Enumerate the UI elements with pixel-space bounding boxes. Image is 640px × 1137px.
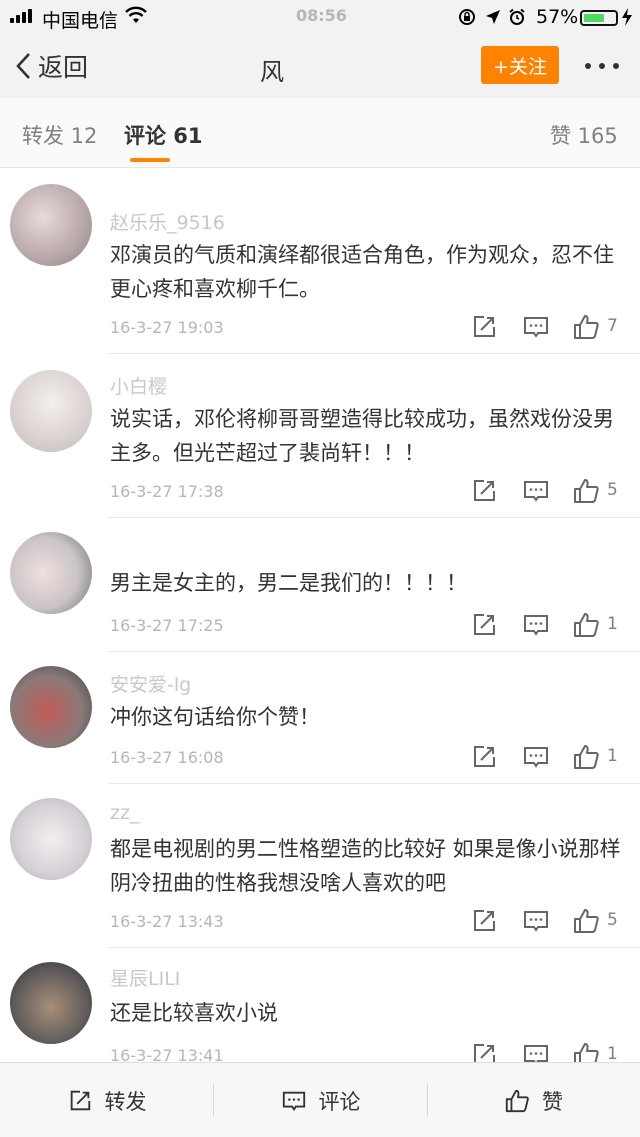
comment-time: 16-3-27 13:43 bbox=[110, 912, 224, 931]
list-item: 安安爱-lg 冲你这句话给你个赞！ 16-3-27 16:08 1 bbox=[0, 652, 640, 784]
comment-actions: 1 bbox=[460, 1041, 630, 1062]
avatar[interactable] bbox=[10, 532, 92, 614]
like-icon[interactable] bbox=[572, 907, 600, 935]
more-icon[interactable] bbox=[582, 56, 622, 76]
comment-icon[interactable] bbox=[522, 907, 550, 935]
comment-text: 都是电视剧的男二性格塑造的比较好 如果是像小说那样阴冷扭曲的性格我想没啥人喜欢的… bbox=[110, 837, 621, 895]
comment-actions: 7 bbox=[460, 313, 630, 343]
avatar[interactable] bbox=[10, 962, 92, 1044]
location-icon bbox=[486, 10, 500, 24]
like-icon[interactable] bbox=[572, 611, 600, 639]
comment-username[interactable]: 安安爱-lg bbox=[110, 670, 191, 697]
tab-like[interactable]: 赞 165 bbox=[550, 120, 618, 150]
comment-icon[interactable] bbox=[522, 1041, 550, 1062]
comment-text: 说实话，邓伦将柳哥哥塑造得比较成功，虽然戏份没男主多。但光芒超过了裴尚轩！！！ bbox=[110, 407, 614, 465]
comment-username[interactable]: 赵乐乐_9516 bbox=[110, 208, 225, 235]
like-icon[interactable] bbox=[572, 1041, 600, 1062]
repost-icon[interactable] bbox=[470, 477, 498, 505]
back-button[interactable]: 返回 bbox=[14, 48, 88, 84]
battery-percent: 57% bbox=[536, 6, 579, 28]
avatar[interactable] bbox=[10, 666, 92, 748]
list-item: zz_ 都是电视剧的男二性格塑造的比较好 如果是像小说那样阴冷扭曲的性格我想没啥… bbox=[0, 784, 640, 948]
comment-text: 男主是女主的，男二是我们的！！！！ bbox=[110, 571, 467, 595]
comment-icon[interactable] bbox=[522, 313, 550, 341]
carrier-name: 中国电信 bbox=[42, 10, 119, 32]
rotation-lock-icon bbox=[459, 9, 475, 25]
avatar[interactable] bbox=[10, 184, 92, 266]
tab-comment[interactable]: 评论 61 bbox=[124, 120, 203, 150]
back-label: 返回 bbox=[38, 53, 89, 82]
comment-time: 16-3-27 13:41 bbox=[110, 1046, 224, 1062]
comment-text: 冲你这句话给你个赞！ bbox=[110, 705, 320, 729]
like-count: 1 bbox=[607, 1044, 618, 1062]
repost-icon[interactable] bbox=[470, 313, 498, 341]
comment-actions: 1 bbox=[460, 743, 630, 773]
comment-username[interactable]: zz_ bbox=[110, 802, 139, 824]
wifi-icon bbox=[125, 6, 147, 23]
like-icon[interactable] bbox=[572, 313, 600, 341]
like-label: 赞 bbox=[542, 1089, 563, 1114]
chevron-left-icon bbox=[16, 53, 30, 79]
bottom-toolbar: 转发 评论 赞 bbox=[0, 1062, 640, 1137]
like-count: 5 bbox=[607, 480, 618, 500]
like-button[interactable]: 赞 bbox=[427, 1063, 640, 1137]
comment-list: 赵乐乐_9516 邓演员的气质和演绎都很适合角色，作为观众，忍不住更心疼和喜欢柳… bbox=[0, 168, 640, 1062]
clock: 08:56 bbox=[296, 6, 347, 25]
comment-time: 16-3-27 17:25 bbox=[110, 616, 224, 635]
like-count: 5 bbox=[607, 910, 618, 930]
repost-icon[interactable] bbox=[470, 611, 498, 639]
like-count: 1 bbox=[607, 746, 618, 766]
comment-label: 评论 bbox=[318, 1089, 361, 1114]
repost-icon[interactable] bbox=[470, 907, 498, 935]
follow-button[interactable]: +关注 bbox=[481, 46, 559, 84]
tab-bar: 转发 12 评论 61 赞 165 bbox=[0, 98, 640, 168]
repost-button[interactable]: 转发 bbox=[0, 1063, 213, 1137]
comment-time: 16-3-27 16:08 bbox=[110, 748, 224, 767]
avatar[interactable] bbox=[10, 370, 92, 452]
like-icon[interactable] bbox=[572, 743, 600, 771]
repost-icon bbox=[70, 1090, 90, 1110]
comment-actions: 1 bbox=[460, 611, 630, 641]
comment-text: 还是比较喜欢小说 bbox=[110, 1001, 278, 1025]
like-count: 7 bbox=[607, 316, 618, 336]
battery-icon bbox=[580, 10, 618, 26]
list-item: 小白樱 说实话，邓伦将柳哥哥塑造得比较成功，虽然戏份没男主多。但光芒超过了裴尚轩… bbox=[0, 354, 640, 518]
list-item: 星辰LILI 还是比较喜欢小说 16-3-27 13:41 1 bbox=[0, 948, 640, 1062]
comment-text: 邓演员的气质和演绎都很适合角色，作为观众，忍不住更心疼和喜欢柳千仁。 bbox=[110, 243, 614, 301]
comment-actions: 5 bbox=[460, 477, 630, 507]
like-icon bbox=[505, 1089, 529, 1112]
comment-time: 16-3-27 19:03 bbox=[110, 318, 224, 337]
tab-repost[interactable]: 转发 12 bbox=[22, 120, 97, 150]
page-title: 风 bbox=[260, 58, 284, 86]
list-item: 男主是女主的，男二是我们的！！！！ 16-3-27 17:25 1 bbox=[0, 518, 640, 652]
comment-username[interactable]: 星辰LILI bbox=[110, 964, 180, 991]
like-icon[interactable] bbox=[572, 477, 600, 505]
repost-icon[interactable] bbox=[470, 743, 498, 771]
active-tab-indicator bbox=[130, 158, 170, 162]
nav-bar: 返回 风 +关注 bbox=[0, 34, 640, 98]
repost-label: 转发 bbox=[104, 1089, 147, 1114]
comment-icon[interactable] bbox=[522, 743, 550, 771]
comment-icon[interactable] bbox=[522, 477, 550, 505]
repost-icon[interactable] bbox=[470, 1041, 498, 1062]
comment-username[interactable]: 小白樱 bbox=[110, 372, 167, 399]
status-bar: 中国电信 08:56 57% bbox=[0, 0, 640, 34]
signal-icon bbox=[10, 9, 36, 23]
like-count: 1 bbox=[607, 614, 618, 634]
list-item: 赵乐乐_9516 邓演员的气质和演绎都很适合角色，作为观众，忍不住更心疼和喜欢柳… bbox=[0, 168, 640, 354]
comment-actions: 5 bbox=[460, 907, 630, 937]
comment-time: 16-3-27 17:38 bbox=[110, 482, 224, 501]
comment-icon bbox=[282, 1091, 305, 1111]
avatar[interactable] bbox=[10, 798, 92, 880]
comment-icon[interactable] bbox=[522, 611, 550, 639]
comment-button[interactable]: 评论 bbox=[214, 1063, 427, 1137]
alarm-icon bbox=[509, 8, 525, 25]
charging-icon bbox=[622, 8, 632, 26]
